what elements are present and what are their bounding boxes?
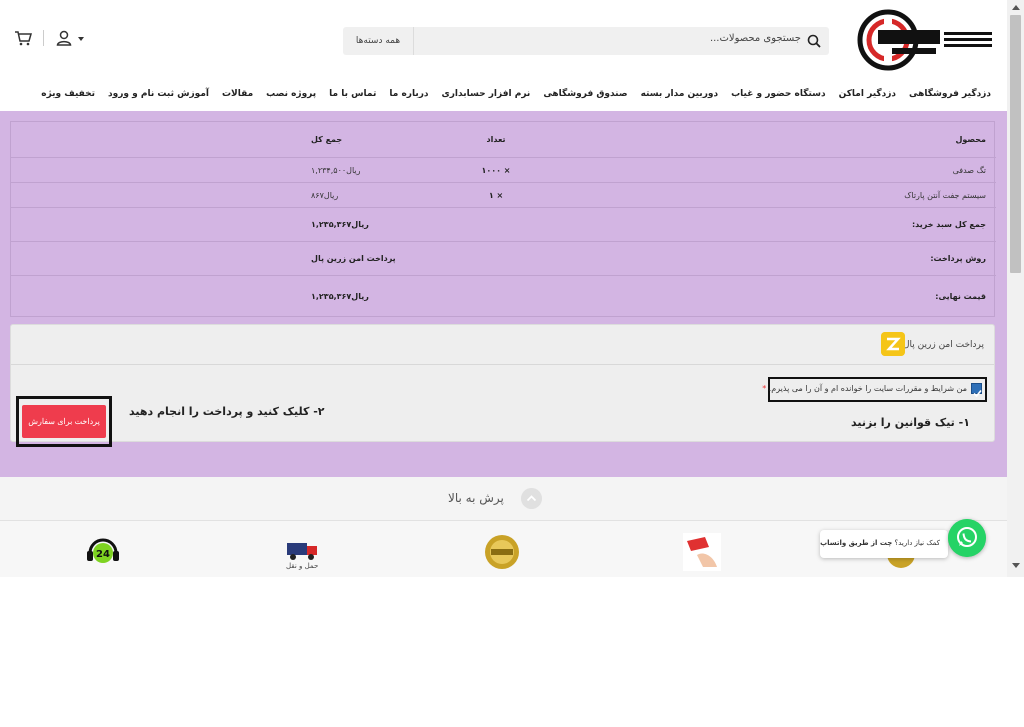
main-nav: دزدگیر فروشگاهی دزدگیر اماکن دستگاه حضور… — [41, 89, 991, 103]
product-total: ریال۱,۲۳۴,۵۰۰ — [311, 165, 361, 175]
nav-item-about[interactable]: درباره ما — [389, 89, 428, 103]
submit-highlight-frame: پرداخت برای سفارش — [16, 396, 112, 447]
svg-text:24: 24 — [96, 549, 110, 560]
product-qty: × ۱ — [488, 190, 504, 200]
nav-item-projects[interactable]: پروژه نصب — [266, 89, 316, 103]
order-review-table: محصول تعداد جمع کل تگ صدفی × ۱۰۰۰ ریال۱,… — [10, 121, 996, 317]
payment-gateway-label: پرداخت امن زرین پال — [903, 340, 984, 350]
search-divider — [413, 27, 414, 55]
guarantee-badge-icon — [485, 535, 519, 569]
final-price-value: ریال۱,۲۳۵,۳۶۷ — [311, 291, 369, 301]
whatsapp-icon[interactable] — [948, 519, 986, 557]
step-1-instruction: ۱- تیک قوانین را بزنید — [851, 416, 970, 429]
scroll-down-icon[interactable] — [1012, 563, 1020, 568]
whatsapp-text: کمک نیاز دارید؟ چت از طریق واتساپ — [820, 539, 940, 547]
column-header-qty: تعداد — [486, 135, 506, 144]
whatsapp-text-prefix: کمک نیاز دارید؟ — [894, 539, 940, 547]
check-icon — [973, 389, 982, 398]
nav-item-accounting-software[interactable]: نرم افزار حسابداری — [442, 89, 531, 103]
column-header-total: جمع کل — [311, 135, 343, 144]
terms-checkbox[interactable] — [971, 383, 982, 398]
table-row: تگ صدفی × ۱۰۰۰ ریال۱,۲۳۴,۵۰۰ — [11, 157, 996, 182]
terms-text: من شرایط و مقررات سایت را خوانده ام و آن… — [768, 384, 967, 393]
chevron-down-icon[interactable] — [78, 37, 84, 41]
user-icon[interactable] — [56, 30, 72, 46]
step-2-instruction: ۲- کلیک کنید و پرداخت را انجام دهید — [129, 405, 325, 418]
product-name: تگ صدفی — [952, 165, 986, 175]
subtotal-row: جمع کل سبد خرید: ریال۱,۲۳۵,۳۶۷ — [11, 207, 996, 241]
site-header: همه دسته‌ها جستجوی محصولات... دزدگیر فرو… — [0, 0, 1007, 111]
terms-highlight-frame: من شرایط و مقررات سایت را خوانده ام و آن… — [762, 377, 987, 402]
nav-item-signup-tutorial[interactable]: آموزش ثبت نام و ورود — [108, 89, 209, 103]
nav-item-shop-alarm[interactable]: دزدگیر فروشگاهی — [909, 89, 991, 103]
page-scrollbar[interactable] — [1007, 0, 1024, 577]
product-qty: × ۱۰۰۰ — [481, 165, 511, 175]
place-order-button[interactable]: پرداخت برای سفارش — [22, 405, 106, 438]
whatsapp-text-bold: چت از طریق واتساپ — [820, 539, 893, 547]
table-row: سیستم جفت آنتن پارتاک × ۱ ریال۸۶۷ — [11, 182, 996, 207]
feature-label-shipping: حمل و نقل — [286, 562, 319, 570]
whatsapp-tooltip[interactable]: کمک نیاز دارید؟ چت از طریق واتساپ — [820, 530, 948, 558]
payment-method-row: روش پرداخت: پرداخت امن زرین پال — [11, 241, 996, 275]
nav-item-articles[interactable]: مقالات — [222, 89, 253, 103]
page: همه دسته‌ها جستجوی محصولات... دزدگیر فرو… — [0, 0, 1007, 577]
nav-item-attendance[interactable]: دستگاه حضور و غیاب — [731, 89, 826, 103]
site-logo[interactable] — [856, 8, 996, 72]
required-mark: * — [762, 384, 767, 393]
scroll-up-icon[interactable] — [1012, 5, 1020, 10]
support-24-icon: 24 — [87, 538, 119, 563]
terms-label[interactable]: من شرایط و مقررات سایت را خوانده ام و آن… — [762, 384, 967, 393]
category-select[interactable]: همه دسته‌ها — [343, 27, 413, 55]
subtotal-value: ریال۱,۲۳۵,۳۶۷ — [311, 220, 369, 229]
checkout-section: محصول تعداد جمع کل تگ صدفی × ۱۰۰۰ ریال۱,… — [0, 111, 1007, 477]
zarinpal-icon — [881, 332, 905, 356]
subtotal-label: جمع کل سبد خرید: — [911, 220, 986, 229]
search-icon[interactable] — [807, 34, 821, 48]
final-price-label: قیمت نهایی: — [935, 291, 986, 301]
nav-item-cash-register[interactable]: صندوق فروشگاهی — [543, 89, 627, 103]
search-bar: همه دسته‌ها جستجوی محصولات... — [343, 27, 829, 55]
table-header: محصول تعداد جمع کل — [11, 122, 996, 157]
nav-item-contact[interactable]: تماس با ما — [329, 89, 376, 103]
back-to-top-bar: پرش به بالا — [0, 477, 1007, 521]
payment-method-label: روش پرداخت: — [930, 254, 986, 263]
nav-item-special-offer[interactable]: تخفیف ویژه — [41, 89, 95, 103]
search-input[interactable]: جستجوی محصولات... — [710, 33, 801, 44]
final-price-row: قیمت نهایی: ریال۱,۲۳۵,۳۶۷ — [11, 275, 996, 316]
column-header-product: محصول — [955, 135, 986, 144]
discount-tag-icon — [683, 533, 721, 571]
payment-box: پرداخت امن زرین پال من شرایط و مقررات سا… — [10, 324, 995, 447]
product-total: ریال۸۶۷ — [311, 190, 339, 200]
payment-method-value: پرداخت امن زرین پال — [311, 254, 396, 263]
back-to-top-label[interactable]: پرش به بالا — [448, 491, 504, 505]
payment-gateway-option[interactable]: پرداخت امن زرین پال — [11, 325, 994, 365]
nav-item-place-alarm[interactable]: دزدگیر اماکن — [839, 89, 896, 103]
header-divider — [43, 30, 44, 46]
product-name: سیستم جفت آنتن پارتاک — [904, 190, 986, 200]
cart-icon[interactable] — [14, 30, 32, 46]
arrow-up-icon[interactable] — [521, 488, 542, 509]
scroll-thumb[interactable] — [1010, 15, 1021, 273]
nav-item-cctv[interactable]: دوربین مدار بسته — [641, 89, 719, 103]
